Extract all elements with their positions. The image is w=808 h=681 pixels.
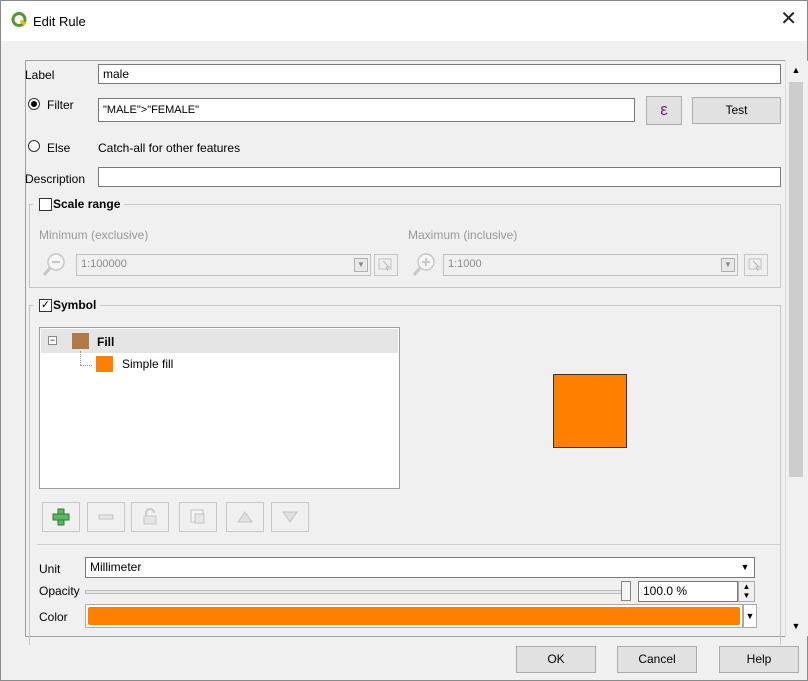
cancel-button[interactable]: Cancel xyxy=(617,646,697,673)
minimum-scale-combo[interactable]: 1:100000 ▼ xyxy=(76,254,371,276)
scroll-up-icon[interactable]: ▲ xyxy=(789,62,803,78)
color-button[interactable] xyxy=(85,604,743,628)
add-layer-icon xyxy=(52,508,70,526)
filter-caption: Filter xyxy=(47,98,74,112)
minimum-scale-value: 1:100000 xyxy=(81,258,127,270)
zoom-in-icon xyxy=(412,253,435,276)
symbol-checkbox[interactable]: ✓ xyxy=(39,299,52,312)
opacity-spinbox[interactable]: 100.0 % xyxy=(638,581,738,602)
close-icon[interactable]: ✕ xyxy=(780,9,797,29)
remove-layer-button[interactable] xyxy=(87,502,125,532)
lock-icon xyxy=(143,508,157,525)
help-button[interactable]: Help xyxy=(719,646,799,673)
maximum-scale-value: 1:1000 xyxy=(448,258,482,270)
move-up-button[interactable] xyxy=(226,502,264,532)
divider xyxy=(37,544,781,545)
symbol-title-text: Symbol xyxy=(53,298,97,312)
window-title: Edit Rule xyxy=(33,14,86,29)
tree-row-selected[interactable] xyxy=(41,329,398,353)
color-swatch xyxy=(88,607,740,625)
description-input[interactable] xyxy=(98,167,781,187)
duplicate-icon xyxy=(190,509,205,524)
unit-combo[interactable]: Millimeter ▼ xyxy=(85,557,755,578)
add-layer-button[interactable] xyxy=(42,502,80,532)
zoom-out-icon xyxy=(42,253,65,276)
duplicate-layer-button[interactable] xyxy=(179,502,217,532)
ok-button[interactable]: OK xyxy=(516,646,596,673)
description-caption: Description xyxy=(25,172,86,186)
color-dropdown-arrow-icon[interactable]: ▼ xyxy=(743,604,757,628)
minimum-scale-from-canvas-button[interactable] xyxy=(374,254,398,276)
scale-range-title-text: Scale range xyxy=(53,197,121,211)
maximum-scale-combo[interactable]: 1:1000 ▼ xyxy=(443,254,738,276)
else-caption: Else xyxy=(47,141,71,155)
chevron-down-icon: ▼ xyxy=(740,562,750,572)
map-canvas-icon xyxy=(378,258,392,272)
chevron-down-icon: ▼ xyxy=(354,258,368,272)
vertical-scrollbar[interactable]: ▲ ▼ xyxy=(785,60,807,637)
fill-swatch xyxy=(72,333,89,349)
tree-connector xyxy=(80,365,92,366)
tree-connector xyxy=(80,351,81,365)
test-button[interactable]: Test xyxy=(692,97,781,124)
scrollbar-thumb[interactable] xyxy=(789,82,803,477)
maximum-scale-caption: Maximum (inclusive) xyxy=(408,228,518,242)
filter-expression-input[interactable]: "MALE">"FEMALE" xyxy=(98,98,635,122)
map-canvas-icon xyxy=(748,258,762,272)
scale-range-checkbox[interactable] xyxy=(39,198,52,211)
qgis-q-icon xyxy=(11,12,27,27)
minimum-scale-caption: Minimum (exclusive) xyxy=(39,228,149,242)
tree-item-fill[interactable]: Fill xyxy=(97,335,114,349)
move-down-button[interactable] xyxy=(271,502,309,532)
move-down-icon xyxy=(282,511,298,523)
lock-layer-button[interactable] xyxy=(131,502,169,532)
unit-caption: Unit xyxy=(39,562,61,576)
opacity-stepper[interactable]: ▲ ▼ xyxy=(738,581,755,602)
opacity-slider-track[interactable] xyxy=(85,590,631,594)
label-input[interactable]: male xyxy=(98,64,781,84)
else-radio[interactable] xyxy=(28,140,40,152)
expression-builder-button[interactable]: ε xyxy=(646,96,682,125)
symbol-preview xyxy=(553,374,627,448)
opacity-caption: Opacity xyxy=(39,584,80,598)
symbol-layer-tree: − Fill Simple fill xyxy=(39,327,400,489)
title-bar: Edit Rule ✕ xyxy=(1,1,807,41)
unit-value: Millimeter xyxy=(90,560,142,574)
label-caption: Label xyxy=(25,68,55,82)
remove-layer-icon xyxy=(98,514,114,520)
tree-item-simple-fill[interactable]: Simple fill xyxy=(122,357,173,371)
scroll-down-icon[interactable]: ▼ xyxy=(789,618,803,634)
collapse-icon[interactable]: − xyxy=(48,336,57,345)
filter-radio[interactable] xyxy=(28,98,40,110)
simple-fill-swatch xyxy=(96,356,113,372)
chevron-down-icon: ▼ xyxy=(721,258,735,272)
else-description: Catch-all for other features xyxy=(98,141,241,155)
move-up-icon xyxy=(237,511,253,523)
opacity-slider-handle[interactable] xyxy=(621,581,631,601)
color-caption: Color xyxy=(39,610,68,624)
edit-rule-dialog: Edit Rule ✕ Label male Filter "MALE">"FE… xyxy=(0,0,808,681)
maximum-scale-from-canvas-button[interactable] xyxy=(744,254,768,276)
